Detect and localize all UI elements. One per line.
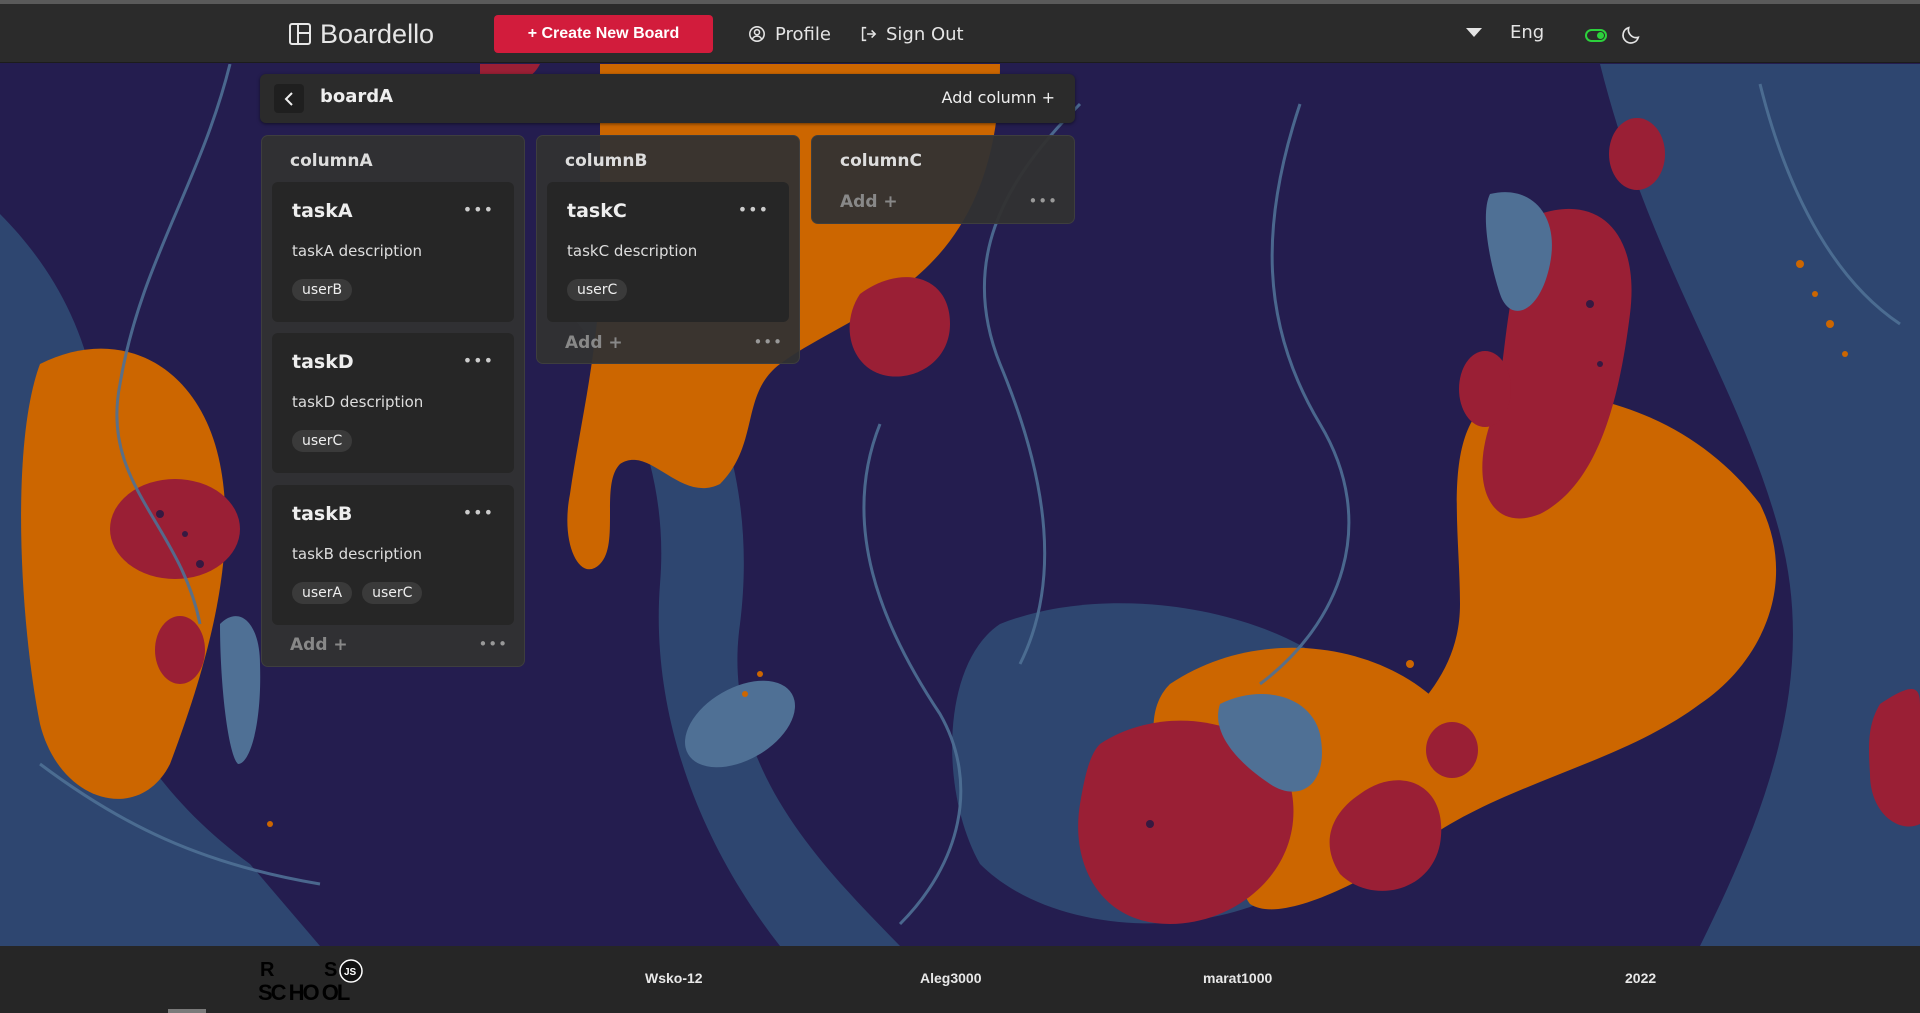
language-select[interactable]: Eng [1510,22,1544,43]
task-description: taskA description [292,242,423,260]
moon-icon[interactable] [1620,24,1642,46]
task-description: taskD description [292,393,424,411]
theme-toggle[interactable] [1585,29,1607,42]
user-tag: userA [292,582,353,604]
rs-school-logo[interactable]: R S SC HO OL JS [258,956,383,1002]
user-tag: userC [567,279,628,301]
task-title: taskB [292,503,353,525]
column-title[interactable]: columnA [290,151,373,171]
task-card[interactable]: taskA ••• taskA description userB [272,182,514,322]
sign-out-label: Sign Out [886,23,964,45]
task-users: userC [567,279,628,301]
svg-text:JS: JS [344,967,357,978]
column: columnC Add + ••• [811,135,1075,224]
user-tag: userB [292,279,353,301]
sign-out-link[interactable]: Sign Out [859,18,964,50]
task-card[interactable]: taskC ••• taskC description userC [547,182,789,322]
author-link[interactable]: Wsko-12 [645,970,703,986]
more-options-icon[interactable]: ••• [738,200,769,219]
app-footer: R S SC HO OL JS Wsko-12 Aleg3000 marat10… [0,946,1920,1013]
task-title: taskD [292,351,354,373]
board-header: boardA Add column + [260,74,1075,123]
profile-label: Profile [775,23,831,45]
chevron-left-icon [284,91,293,106]
task-card[interactable]: taskD ••• taskD description userC [272,333,514,473]
task-description: taskC description [567,242,698,260]
sign-out-icon [861,26,877,42]
profile-link[interactable]: Profile [748,18,831,50]
task-users: userC [292,430,353,452]
svg-text:S: S [324,959,337,981]
add-column-button[interactable]: Add column + [942,88,1055,107]
column-options-icon[interactable]: ••• [478,635,508,653]
add-task-button[interactable]: Add + [565,333,623,353]
task-card[interactable]: taskB ••• taskB description userA userC [272,485,514,625]
column-title[interactable]: columnB [565,151,647,171]
more-options-icon[interactable]: ••• [463,200,494,219]
footer-year: 2022 [1625,970,1657,986]
back-button[interactable] [274,84,304,113]
column-options-icon[interactable]: ••• [753,333,783,351]
board-icon [289,23,311,45]
more-options-icon[interactable]: ••• [463,351,494,370]
column-title[interactable]: columnC [840,151,922,171]
task-title: taskA [292,200,353,222]
svg-text:SC HO OL: SC HO OL [258,980,350,1002]
app-header: Boardello + Create New Board Profile Sig… [0,4,1920,63]
user-circle-icon [749,26,765,42]
language-dropdown-icon[interactable] [1466,28,1482,38]
user-tag: userC [362,582,423,604]
add-task-button[interactable]: Add + [290,635,348,655]
brand-name: Boardello [320,18,435,49]
column: columnB taskC ••• taskC description user… [536,135,800,364]
task-description: taskB description [292,545,423,563]
create-board-button[interactable]: + Create New Board [494,15,713,53]
column: columnA taskA ••• taskA description user… [261,135,525,667]
column-options-icon[interactable]: ••• [1028,192,1058,210]
task-users: userA userC [292,582,423,604]
svg-text:R: R [260,959,275,981]
more-options-icon[interactable]: ••• [463,503,494,522]
task-users: userB [292,279,353,301]
user-tag: userC [292,430,353,452]
task-title: taskC [567,200,627,222]
horizontal-scrollbar[interactable] [168,1009,206,1013]
board-title: boardA [320,86,394,107]
add-task-button[interactable]: Add + [840,192,898,212]
author-link[interactable]: marat1000 [1203,970,1272,986]
brand-logo[interactable]: Boardello [288,18,434,50]
author-link[interactable]: Aleg3000 [920,970,981,986]
